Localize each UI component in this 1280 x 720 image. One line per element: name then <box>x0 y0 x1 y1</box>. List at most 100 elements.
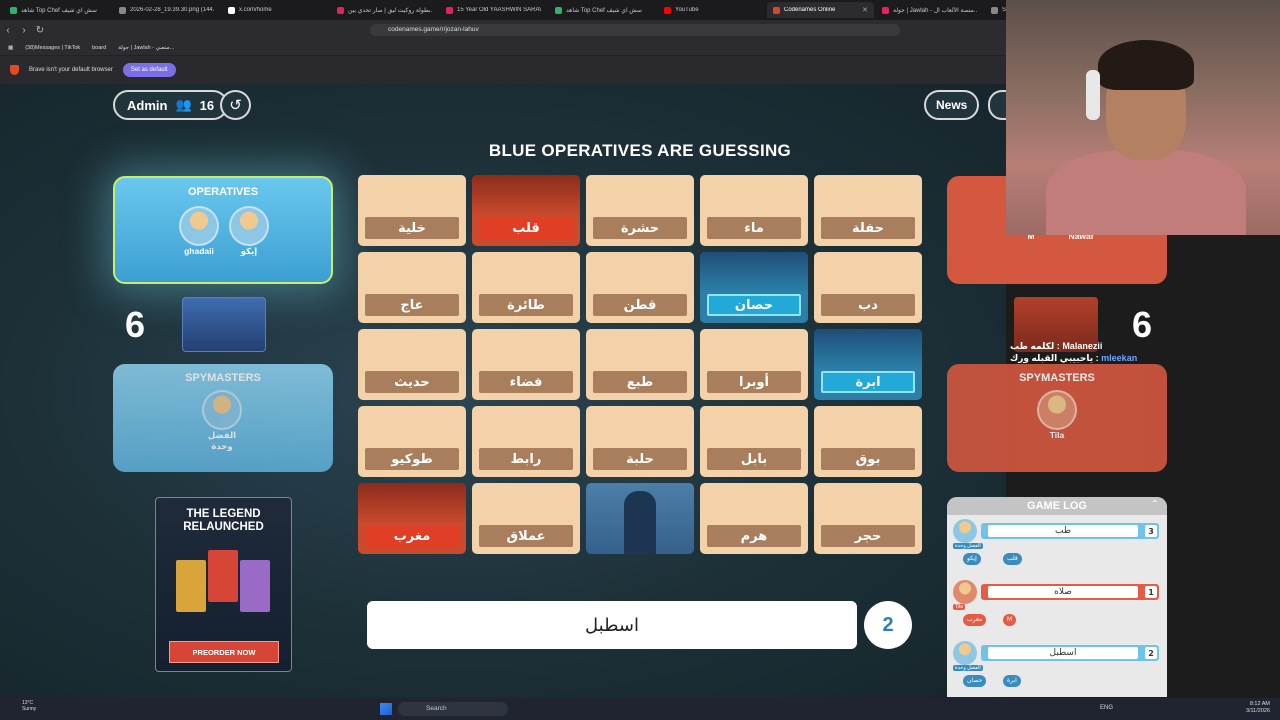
card-word: عملاق <box>479 525 573 547</box>
word-card[interactable]: هرم <box>700 483 808 554</box>
card-word: قطن <box>593 294 687 316</box>
browser-tab[interactable]: 15 Year Old YAASHWIN SARAV... <box>440 2 547 18</box>
headset-icon <box>1086 70 1100 120</box>
avatar <box>953 519 977 543</box>
card-word: حصان <box>707 294 801 316</box>
avatar <box>953 580 977 604</box>
word-card[interactable]: فضاء <box>472 329 580 400</box>
tab-label: جولة | Jawlah - منصة الألعاب ال... <box>893 7 977 14</box>
browser-tab[interactable]: Codenames Online ✕ <box>767 2 874 18</box>
tab-favicon-icon <box>10 6 17 14</box>
weather-widget[interactable]: 13°C Sunny <box>22 700 36 712</box>
chevron-up-icon[interactable]: ⌃ <box>1151 499 1159 510</box>
history-icon: ↺ <box>229 97 242 114</box>
tab-label: Codenames Online <box>784 7 836 13</box>
promo-banner[interactable]: THE LEGEND RELAUNCHED PREORDER NOW <box>155 497 292 672</box>
language-indicator[interactable]: ENG <box>1100 705 1113 711</box>
clock-time: 8:12 AM <box>1249 701 1270 707</box>
log-clue-word: طب <box>988 525 1138 537</box>
blue-agent-image <box>814 329 922 369</box>
bookmark-jawlah[interactable]: جولة | Jawlah - منصي... <box>118 45 174 51</box>
word-card[interactable]: حصان <box>700 252 808 323</box>
word-card[interactable]: بوق <box>814 406 922 477</box>
word-card[interactable]: ماء <box>700 175 808 246</box>
red-spymasters-panel[interactable]: SPYMASTERS Tila <box>947 364 1167 472</box>
word-card[interactable]: حفلة <box>814 175 922 246</box>
windows-start-icon[interactable] <box>380 703 392 715</box>
clock-date: 3/11/2026 <box>1245 708 1270 714</box>
word-card[interactable] <box>586 483 694 554</box>
game-log-title: GAME LOG <box>947 497 1167 515</box>
blue-spymaster-1[interactable]: الفضل وحدة <box>199 390 245 452</box>
url-field[interactable]: codenames.game/r/jozan-lahuv <box>370 24 900 36</box>
blue-agent-figure <box>624 491 656 554</box>
menu-button[interactable] <box>988 90 1006 120</box>
tab-favicon-icon <box>882 6 889 14</box>
reset-game-button[interactable]: ↺ <box>220 90 251 120</box>
log-clue-bar: طب 3 <box>981 523 1159 539</box>
word-card[interactable]: حديث <box>358 329 466 400</box>
blue-operative-2[interactable]: إيكو <box>226 206 272 257</box>
word-card[interactable]: طائرة <box>472 252 580 323</box>
reload-icon[interactable]: ↻ <box>32 25 48 36</box>
set-default-button[interactable]: Set as default <box>122 63 176 77</box>
log-guess: ابرة <box>1003 675 1021 687</box>
word-card[interactable]: دب <box>814 252 922 323</box>
word-card[interactable]: طبع <box>586 329 694 400</box>
admin-button[interactable]: Admin 👥 16 <box>113 90 229 120</box>
game-log[interactable]: GAME LOG ⌃ طب 3 الفضل وحدة إيكو قلب صلاه 1 Tila… <box>947 497 1167 697</box>
clock[interactable]: 8:12 AM 3/11/2026 <box>1230 701 1270 715</box>
card-word: بوق <box>821 448 915 470</box>
browser-tab[interactable]: بطولة روكيت ليق | صار تحدي بين... <box>331 2 438 18</box>
apps-icon[interactable]: ▦ <box>8 45 13 51</box>
card-word: حديث <box>365 371 459 393</box>
browser-tab[interactable]: جولة | Jawlah - منصة الألعاب ال... <box>876 2 983 18</box>
word-card[interactable]: مغرب <box>358 483 466 554</box>
promo-title: THE LEGEND RELAUNCHED <box>156 508 291 534</box>
avatar <box>202 390 242 430</box>
card-word: ماء <box>707 217 801 239</box>
log-entry: اسطبل 2 الفضل وحدة حصان ابرة <box>953 641 1159 697</box>
blue-operatives-panel[interactable]: OPERATIVES ghadaii إيكو <box>113 176 333 284</box>
word-card[interactable]: بابل <box>700 406 808 477</box>
browser-tab[interactable]: شاهد Top Chef سش آي شيف <box>549 2 656 18</box>
browser-tab[interactable]: x.com/home <box>222 2 329 18</box>
back-icon[interactable]: ‹ <box>0 25 16 36</box>
word-card[interactable]: طوكيو <box>358 406 466 477</box>
blue-operative-1[interactable]: ghadaii <box>176 206 222 256</box>
tab-favicon-icon <box>446 6 453 14</box>
word-card[interactable]: ابرة <box>814 329 922 400</box>
blue-spymasters-panel[interactable]: SPYMASTERS الفضل وحدة <box>113 364 333 472</box>
browser-tab[interactable]: YouTube <box>658 2 765 18</box>
word-card[interactable]: قلب <box>472 175 580 246</box>
word-card[interactable]: أوبرا <box>700 329 808 400</box>
word-card[interactable]: قطن <box>586 252 694 323</box>
close-tab-icon[interactable]: ✕ <box>862 6 868 14</box>
log-clue-bar: صلاه 1 <box>981 584 1159 600</box>
brave-shield-icon <box>10 65 19 75</box>
card-word: مغرب <box>365 525 459 547</box>
red-spymaster-1[interactable]: Tila <box>1034 390 1080 440</box>
bookmark-board[interactable]: board <box>92 45 106 51</box>
word-card[interactable]: حجر <box>814 483 922 554</box>
word-card[interactable]: عاج <box>358 252 466 323</box>
taskbar-search[interactable]: Search <box>398 702 508 716</box>
word-card[interactable]: عملاق <box>472 483 580 554</box>
forward-icon[interactable]: › <box>16 25 32 36</box>
word-card[interactable]: خلية <box>358 175 466 246</box>
bookmark-tiktok[interactable]: (38)Messages | TikTok <box>25 45 80 51</box>
tab-favicon-icon <box>119 6 126 14</box>
word-card[interactable]: حلبة <box>586 406 694 477</box>
log-clue-number: 1 <box>1145 586 1157 598</box>
news-button[interactable]: News <box>924 90 980 120</box>
blue-cards-remaining: 6 <box>125 304 146 345</box>
browser-tab[interactable]: 2026-02-28_19.39.30.png (144... <box>113 2 220 18</box>
chat-line: ياحبيبي القبله ورك : mleekan <box>1010 352 1170 364</box>
word-card[interactable]: حشرة <box>586 175 694 246</box>
red-agent-image <box>472 175 580 215</box>
product-box <box>240 560 270 612</box>
tab-favicon-icon <box>664 6 671 14</box>
preorder-button[interactable]: PREORDER NOW <box>169 641 279 663</box>
browser-tab[interactable]: شاهد Top Chef سش آي شيف <box>4 2 111 18</box>
word-card[interactable]: رابط <box>472 406 580 477</box>
